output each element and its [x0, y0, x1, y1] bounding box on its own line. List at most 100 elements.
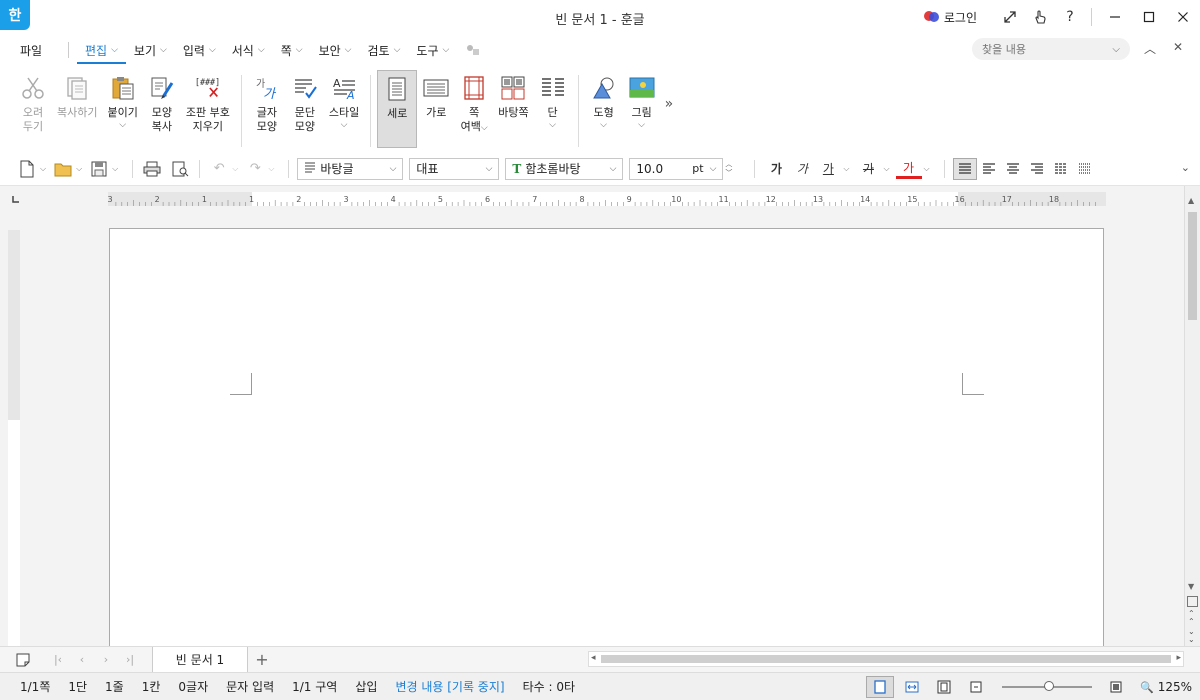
add-tab-button[interactable]: +	[248, 647, 276, 673]
tab-edit[interactable]: 편집 ⌵	[77, 36, 126, 64]
ruler-corner[interactable]	[0, 186, 32, 212]
stepper-down-icon[interactable]: ﹀	[725, 169, 732, 178]
collapse-ribbon-icon[interactable]: ︿	[1140, 40, 1160, 57]
status-page[interactable]: 1/1쪽	[20, 678, 50, 695]
align-right-button[interactable]	[1025, 158, 1049, 180]
document-tab[interactable]: 빈 문서 1	[152, 646, 248, 673]
stepper-up-icon[interactable]: ︿	[725, 160, 732, 169]
clear-markup-button[interactable]: [###] 조판 부호 지우기	[181, 70, 235, 148]
status-input-mode[interactable]: 문자 입력	[226, 678, 274, 695]
chevron-down-icon[interactable]: ⌵	[232, 164, 238, 174]
tab-format[interactable]: 서식 ⌵	[224, 36, 273, 64]
portrait-button[interactable]: 세로	[377, 70, 418, 148]
redo-icon[interactable]: ↷	[244, 157, 266, 181]
expand-toolbar-icon[interactable]: ⌄	[1181, 161, 1190, 174]
page-view-button[interactable]	[865, 676, 894, 698]
scroll-thumb[interactable]	[601, 655, 1171, 663]
chevron-down-icon[interactable]: ⌵	[924, 164, 930, 174]
zoom-in-button[interactable]	[1102, 676, 1130, 698]
align-justify-button[interactable]	[952, 157, 977, 180]
chevron-down-icon[interactable]: ⌵	[843, 164, 849, 174]
close-doc-icon[interactable]: ✕	[1168, 40, 1188, 54]
first-tab-icon[interactable]: |‹	[46, 653, 70, 666]
italic-button[interactable]: 가	[789, 157, 815, 181]
zoom-out-button[interactable]	[962, 676, 990, 698]
page-view-icon[interactable]	[1187, 596, 1198, 607]
help-icon[interactable]: ?	[1055, 2, 1085, 32]
prev-tab-icon[interactable]: ‹	[70, 653, 94, 666]
new-document-icon[interactable]	[16, 157, 38, 181]
search-input[interactable]	[982, 42, 1102, 56]
tab-security[interactable]: 보안 ⌵	[311, 36, 360, 64]
status-insert-mode[interactable]: 삽입	[355, 678, 377, 695]
chevron-down-icon[interactable]: ⌵	[119, 120, 126, 130]
touch-mode-icon[interactable]	[1025, 2, 1055, 32]
memo-icon[interactable]	[0, 653, 46, 667]
style-button[interactable]: AA 스타일 ⌵	[324, 70, 364, 148]
zoom-slider-knob[interactable]	[1043, 681, 1054, 691]
strikethrough-button[interactable]: 가	[855, 157, 881, 181]
tab-review[interactable]: 검토 ⌵	[359, 36, 408, 64]
horizontal-ruler[interactable]: 3 2 1 1 2 3 4 5 6 7 8 9 10 11 12 13 14 15 16 17 18	[108, 192, 1106, 206]
paste-button[interactable]: 붙이기 ⌵	[102, 70, 142, 148]
fit-width-button[interactable]	[898, 676, 926, 698]
chevron-down-icon[interactable]: ⌵	[638, 120, 645, 130]
chevron-down-icon[interactable]: ⌵	[76, 164, 82, 174]
scroll-up-icon[interactable]: ▲	[1188, 196, 1194, 205]
landscape-button[interactable]: 가로	[417, 70, 455, 148]
font-select[interactable]: T 함초롬바탕 ⌵	[505, 157, 624, 180]
format-copy-button[interactable]: 모양 복사	[143, 70, 181, 148]
char-shape-button[interactable]: 가가 글자 모양	[248, 70, 286, 148]
tab-insert[interactable]: 입력 ⌵	[175, 36, 224, 64]
bold-button[interactable]: 가	[763, 157, 789, 181]
open-folder-icon[interactable]	[52, 157, 74, 181]
font-size-field[interactable]: 10.0 pt ⌵	[629, 157, 724, 180]
menu-file[interactable]: 파일	[20, 42, 68, 59]
zoom-slider[interactable]	[1001, 681, 1092, 691]
chevron-down-icon[interactable]: ⌵	[40, 164, 46, 174]
outline-select[interactable]: 대표 ⌵	[409, 157, 500, 180]
para-shape-button[interactable]: 문단 모양	[286, 70, 324, 148]
vertical-scrollbar[interactable]: ▲ ▼ ⌃ ⌃ ⌄ ⌄	[1184, 186, 1200, 646]
print-icon[interactable]	[141, 157, 163, 181]
scroll-thumb[interactable]	[1188, 212, 1197, 320]
login-button[interactable]: 로그인	[916, 4, 985, 30]
last-tab-icon[interactable]: ›|	[118, 653, 142, 666]
print-preview-icon[interactable]	[169, 157, 191, 181]
next-tab-icon[interactable]: ›	[94, 653, 118, 666]
chevron-down-icon[interactable]: ⌵	[549, 120, 556, 130]
picture-button[interactable]: 그림 ⌵	[623, 70, 661, 148]
undo-icon[interactable]: ↶	[208, 157, 230, 181]
status-track-changes[interactable]: 변경 내용 [기록 중지]	[395, 678, 504, 695]
chevron-down-icon[interactable]: ⌵	[112, 164, 118, 174]
close-button[interactable]	[1166, 2, 1200, 32]
tab-page[interactable]: 쪽 ⌵	[273, 36, 311, 64]
tab-tools[interactable]: 도구 ⌵	[408, 36, 457, 64]
shape-button[interactable]: 도형 ⌵	[585, 70, 623, 148]
copy-button[interactable]: 복사하기	[52, 70, 102, 148]
chevron-down-icon[interactable]: ⌵	[883, 164, 889, 174]
page-margin-button[interactable]: 쪽 여백⌵	[455, 70, 493, 148]
style-select[interactable]: 바탕글 ⌵	[297, 157, 404, 180]
app-logo-icon[interactable]: 한	[0, 0, 30, 30]
save-icon[interactable]	[88, 157, 110, 181]
scroll-left-icon[interactable]: ◂	[591, 653, 596, 663]
next-page-icon[interactable]: ⌄ ⌄	[1188, 628, 1195, 644]
fullscreen-icon[interactable]	[995, 2, 1025, 32]
chevron-down-icon[interactable]: ⌵	[600, 120, 607, 130]
scroll-down-icon[interactable]: ▼	[1188, 582, 1194, 591]
font-size-stepper[interactable]: ︿ ﹀	[725, 160, 732, 178]
document-area[interactable]: 3 2 1 1 2 3 4 5 6 7 8 9 10 11 12 13 14 15 16 17 18	[0, 186, 1184, 646]
chevron-down-icon[interactable]: ⌵	[341, 120, 348, 130]
tab-view[interactable]: 보기 ⌵	[126, 36, 175, 64]
horizontal-scrollbar[interactable]: ◂ ▸	[588, 651, 1184, 667]
search-box[interactable]: ⌵	[972, 38, 1130, 60]
maximize-button[interactable]	[1132, 2, 1166, 32]
cut-button[interactable]: 오려 두기	[14, 70, 52, 148]
divide-button[interactable]	[1073, 158, 1097, 180]
chevron-down-icon[interactable]: ⌵	[1112, 44, 1120, 55]
scroll-right-icon[interactable]: ▸	[1176, 653, 1181, 663]
chevron-down-icon[interactable]: ⌵	[268, 164, 274, 174]
document-page[interactable]	[109, 228, 1104, 646]
chevron-down-icon[interactable]: ⌵	[481, 123, 488, 133]
